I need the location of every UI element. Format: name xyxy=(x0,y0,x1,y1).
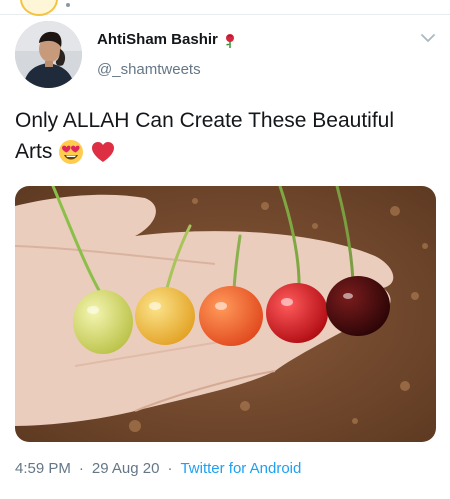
meta-separator: · xyxy=(78,460,84,477)
partial-avatar xyxy=(20,0,58,16)
avatar[interactable] xyxy=(15,21,82,88)
tweet-meta: 4:59 PM · 29 Aug 20 · Twitter for Androi… xyxy=(15,460,301,477)
display-name[interactable]: AhtiSham Bashir xyxy=(97,31,238,48)
profile-photo-icon xyxy=(15,21,82,88)
tweet-text-line2: Arts xyxy=(15,140,53,163)
photo-cherries-on-hand-icon xyxy=(15,186,436,442)
red-heart-emoji-icon xyxy=(92,142,115,163)
heart-eyes-emoji-icon xyxy=(59,140,84,165)
chevron-down-icon[interactable] xyxy=(420,32,436,44)
display-name-text: AhtiSham Bashir xyxy=(97,31,218,48)
tweet-media-photo[interactable] xyxy=(15,186,436,442)
user-handle[interactable]: @_shamtweets xyxy=(97,61,201,78)
tweet-time[interactable]: 4:59 PM xyxy=(15,460,71,477)
partial-dot xyxy=(66,3,70,7)
tweet-date[interactable]: 29 Aug 20 xyxy=(92,460,160,477)
rose-icon xyxy=(225,33,234,48)
meta-separator-2: · xyxy=(167,460,173,477)
tweet-text-line1: Only ALLAH Can Create These Beautiful xyxy=(15,109,394,132)
previous-tweet-edge xyxy=(0,0,450,16)
tweet-text: Only ALLAH Can Create These Beautiful Ar… xyxy=(15,105,435,167)
tweet-source-link[interactable]: Twitter for Android xyxy=(180,460,301,477)
